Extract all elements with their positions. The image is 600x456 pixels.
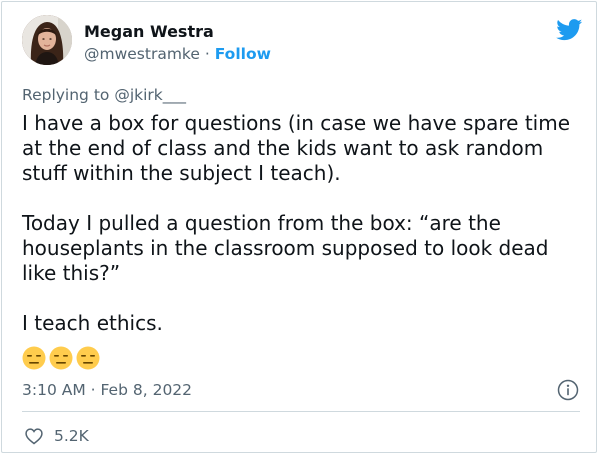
tweet-text: I have a box for questions (in case we h… (22, 111, 584, 336)
tweet-card: Megan Westra @mwestramke · Follow Replyi… (1, 1, 597, 453)
author-handle-row: @mwestramke · Follow (84, 45, 271, 63)
follow-button[interactable]: Follow (215, 45, 271, 63)
info-icon[interactable] (557, 379, 579, 401)
expressionless-face-emoji (22, 346, 46, 370)
expressionless-face-emoji (49, 346, 73, 370)
like-count: 5.2K (54, 427, 89, 445)
expressionless-face-emoji (76, 346, 100, 370)
divider (22, 411, 580, 412)
replying-to-label: Replying to (22, 86, 110, 104)
avatar[interactable] (22, 15, 72, 65)
tweet-paragraph: I teach ethics. (22, 311, 163, 335)
tweet-paragraph: Today I pulled a question from the box: … (22, 211, 549, 285)
like-button[interactable]: 5.2K (24, 426, 89, 446)
heart-icon (25, 428, 43, 445)
twitter-bird-icon[interactable] (556, 19, 583, 41)
author-handle[interactable]: @mwestramke (84, 45, 200, 63)
separator-dot: · (204, 45, 210, 63)
replying-to: Replying to @jkirk___ (22, 86, 186, 104)
author-name[interactable]: Megan Westra (84, 22, 214, 41)
emoji-row (22, 346, 100, 370)
tweet-timestamp[interactable]: 3:10 AM · Feb 8, 2022 (22, 381, 192, 399)
avatar-photo (22, 15, 72, 65)
tweet-paragraph: I have a box for questions (in case we h… (22, 111, 571, 185)
reply-mention-link[interactable]: @jkirk___ (114, 86, 186, 104)
